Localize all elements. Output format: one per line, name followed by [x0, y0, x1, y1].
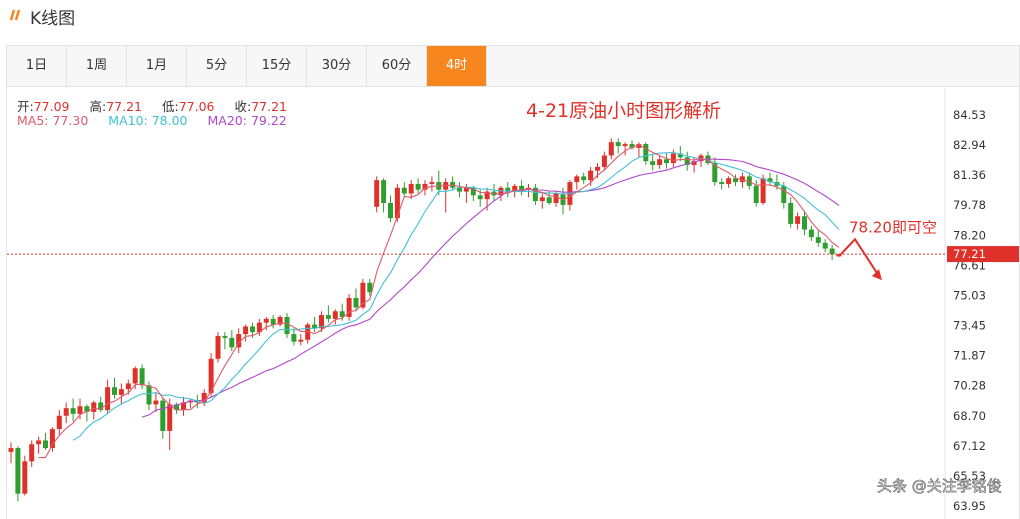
- candle-body: [788, 202, 794, 224]
- candle-body: [77, 406, 83, 414]
- candle-body: [215, 335, 221, 359]
- candle-body: [63, 408, 69, 416]
- candle-body: [243, 326, 249, 335]
- candle-body: [160, 400, 166, 431]
- candle-body: [408, 183, 414, 194]
- candle-body: [70, 408, 76, 414]
- candle-body: [388, 202, 393, 219]
- candle-body: [657, 159, 663, 165]
- candle-body: [822, 242, 828, 249]
- forecast-arrowhead: [872, 269, 882, 281]
- candle-body: [332, 311, 338, 319]
- candle-body: [250, 326, 255, 333]
- candle-body: [8, 448, 14, 452]
- candle-body: [43, 440, 48, 449]
- candle-body: [15, 448, 21, 494]
- candle-body: [325, 315, 331, 319]
- candle-body: [574, 176, 580, 183]
- candle-body: [781, 185, 787, 203]
- ma20-line: [141, 158, 840, 418]
- forecast-arrow: [840, 237, 880, 277]
- candle-body: [546, 197, 552, 203]
- ma10-line: [72, 152, 840, 441]
- candle-body: [802, 216, 807, 230]
- candle-body: [353, 297, 359, 308]
- candle-body: [622, 144, 628, 146]
- candle-body: [401, 187, 407, 194]
- y-tick-label: 79.78: [953, 198, 986, 212]
- candle-body: [381, 180, 387, 203]
- candle-body: [829, 248, 835, 255]
- candle-body: [153, 400, 159, 405]
- y-tick-label: 63.95: [953, 499, 986, 513]
- y-tick-label: 75.03: [953, 288, 986, 302]
- y-tick-label: 67.12: [953, 439, 986, 453]
- candle-body: [581, 176, 587, 181]
- candle-body: [643, 144, 649, 162]
- candle-body: [167, 404, 173, 431]
- candle-body: [477, 195, 483, 200]
- candle-body: [105, 387, 111, 411]
- candle-body: [291, 334, 297, 342]
- candle-body: [22, 461, 28, 494]
- y-tick-label: 81.36: [953, 168, 986, 182]
- candle-body: [719, 182, 725, 184]
- candle-body: [601, 155, 607, 167]
- candle-body: [415, 183, 421, 190]
- candle-body: [595, 166, 600, 171]
- candle-body: [615, 142, 621, 146]
- candle-body: [539, 197, 545, 202]
- candlestick-chart: 84.5382.9481.3679.7878.2076.6175.0373.45…: [7, 88, 1019, 519]
- candle-body: [91, 402, 97, 412]
- candle-body: [222, 335, 228, 338]
- candle-body: [146, 385, 152, 405]
- candle-body: [270, 318, 276, 325]
- watermark-text: 头条 @关注李铭俊: [877, 477, 1002, 495]
- y-tick-label: 84.53: [953, 108, 986, 122]
- y-tick-label: 70.28: [953, 379, 986, 393]
- candle-body: [670, 153, 676, 164]
- y-tick-label: 78.20: [953, 228, 986, 242]
- candle-body: [118, 389, 124, 395]
- candle-body: [760, 178, 766, 203]
- candle-body: [608, 142, 614, 156]
- candle-body: [112, 387, 117, 395]
- candle-body: [298, 339, 304, 342]
- y-tick-label: 82.94: [953, 138, 986, 152]
- candle-body: [726, 178, 732, 184]
- candle-body: [36, 440, 42, 445]
- y-tick-label: 68.70: [953, 409, 986, 423]
- y-tick-label: 73.45: [953, 319, 986, 333]
- current-price-label: 77.21: [953, 247, 986, 261]
- candle-body: [588, 170, 594, 181]
- candle-body: [650, 161, 656, 165]
- candle-body: [753, 185, 759, 203]
- candle-body: [125, 383, 131, 390]
- candle-body: [29, 444, 35, 462]
- candle-body: [263, 318, 269, 323]
- candle-body: [139, 368, 145, 386]
- candle-body: [664, 159, 669, 164]
- candle-body: [429, 182, 435, 184]
- candle-body: [394, 187, 400, 219]
- candle-body: [284, 316, 290, 335]
- candle-body: [553, 193, 559, 203]
- short-note-label: 78.20即可空: [849, 218, 937, 236]
- candle-body: [795, 216, 801, 224]
- candle-body: [808, 229, 814, 238]
- candle-body: [56, 415, 62, 430]
- y-tick-label: 71.87: [953, 349, 986, 363]
- candle-body: [374, 180, 380, 207]
- candle-body: [229, 337, 235, 348]
- candle-body: [132, 368, 138, 384]
- candle-body: [815, 237, 821, 243]
